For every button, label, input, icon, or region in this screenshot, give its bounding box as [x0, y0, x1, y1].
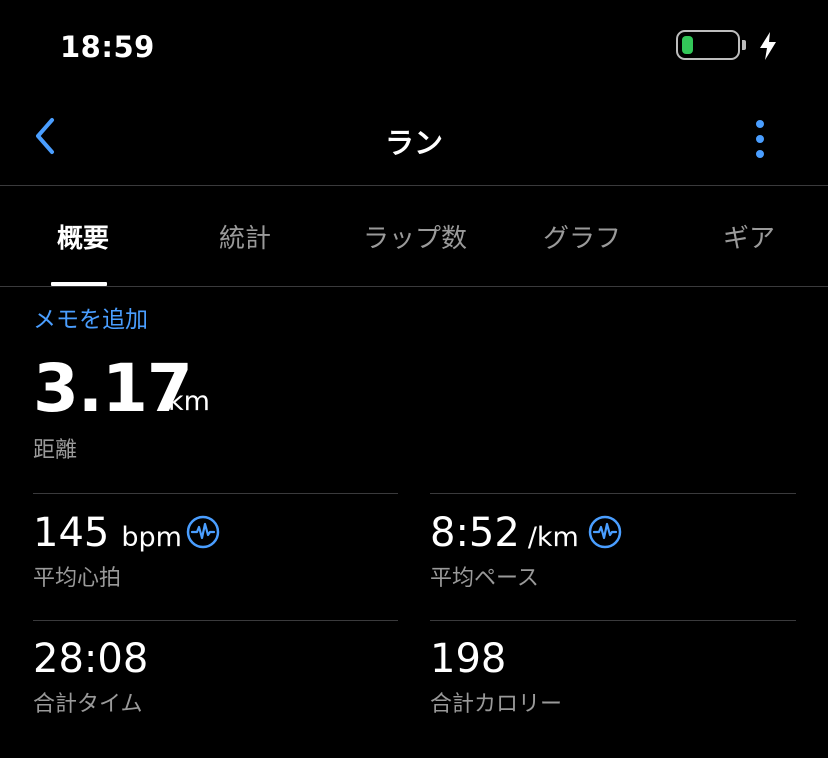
total-time-label: 合計タイム — [33, 692, 143, 717]
stat-divider — [430, 493, 796, 494]
tabs-divider — [0, 286, 828, 287]
stat-divider — [33, 493, 398, 494]
distance-unit: km — [168, 386, 210, 417]
tab-stats[interactable]: 統計 — [162, 218, 328, 255]
pace-label: 平均ペース — [430, 566, 539, 591]
avg-pace: 8:52 /km — [430, 510, 579, 556]
status-time: 18:59 — [60, 30, 155, 64]
more-vertical-icon — [756, 120, 764, 158]
page-title: ラン — [384, 126, 443, 160]
stat-divider — [430, 620, 796, 621]
charging-bolt-icon — [758, 32, 778, 64]
distance-label: 距離 — [33, 438, 78, 463]
calories-value: 198 — [430, 636, 507, 682]
tab-laps[interactable]: ラップ数 — [332, 218, 498, 255]
heart-rate-value: 145 — [33, 510, 110, 556]
pace-unit: /km — [527, 522, 579, 553]
tab-overview[interactable]: 概要 — [0, 218, 166, 255]
heart-rate-label: 平均心拍 — [33, 566, 122, 591]
pace-value: 8:52 — [430, 510, 520, 556]
avg-heart-rate: 145 bpm — [33, 510, 182, 556]
stat-divider — [33, 620, 398, 621]
calories-label: 合計カロリー — [430, 692, 563, 717]
heart-rate-icon — [186, 515, 220, 549]
tab-gear[interactable]: ギア — [666, 218, 828, 255]
more-options-button[interactable] — [756, 120, 764, 165]
battery-cap — [742, 40, 746, 50]
tab-graph[interactable]: グラフ — [499, 218, 665, 255]
add-note-link[interactable]: メモを追加 — [33, 300, 148, 334]
battery-icon — [676, 30, 740, 60]
pace-zone-button[interactable] — [588, 515, 622, 553]
heart-rate-zone-button[interactable] — [186, 515, 220, 553]
heart-rate-icon — [588, 515, 622, 549]
battery-level-fill — [682, 36, 693, 54]
heart-rate-unit: bpm — [121, 522, 182, 553]
total-time-value: 28:08 — [33, 636, 149, 682]
nav-divider — [0, 185, 828, 186]
